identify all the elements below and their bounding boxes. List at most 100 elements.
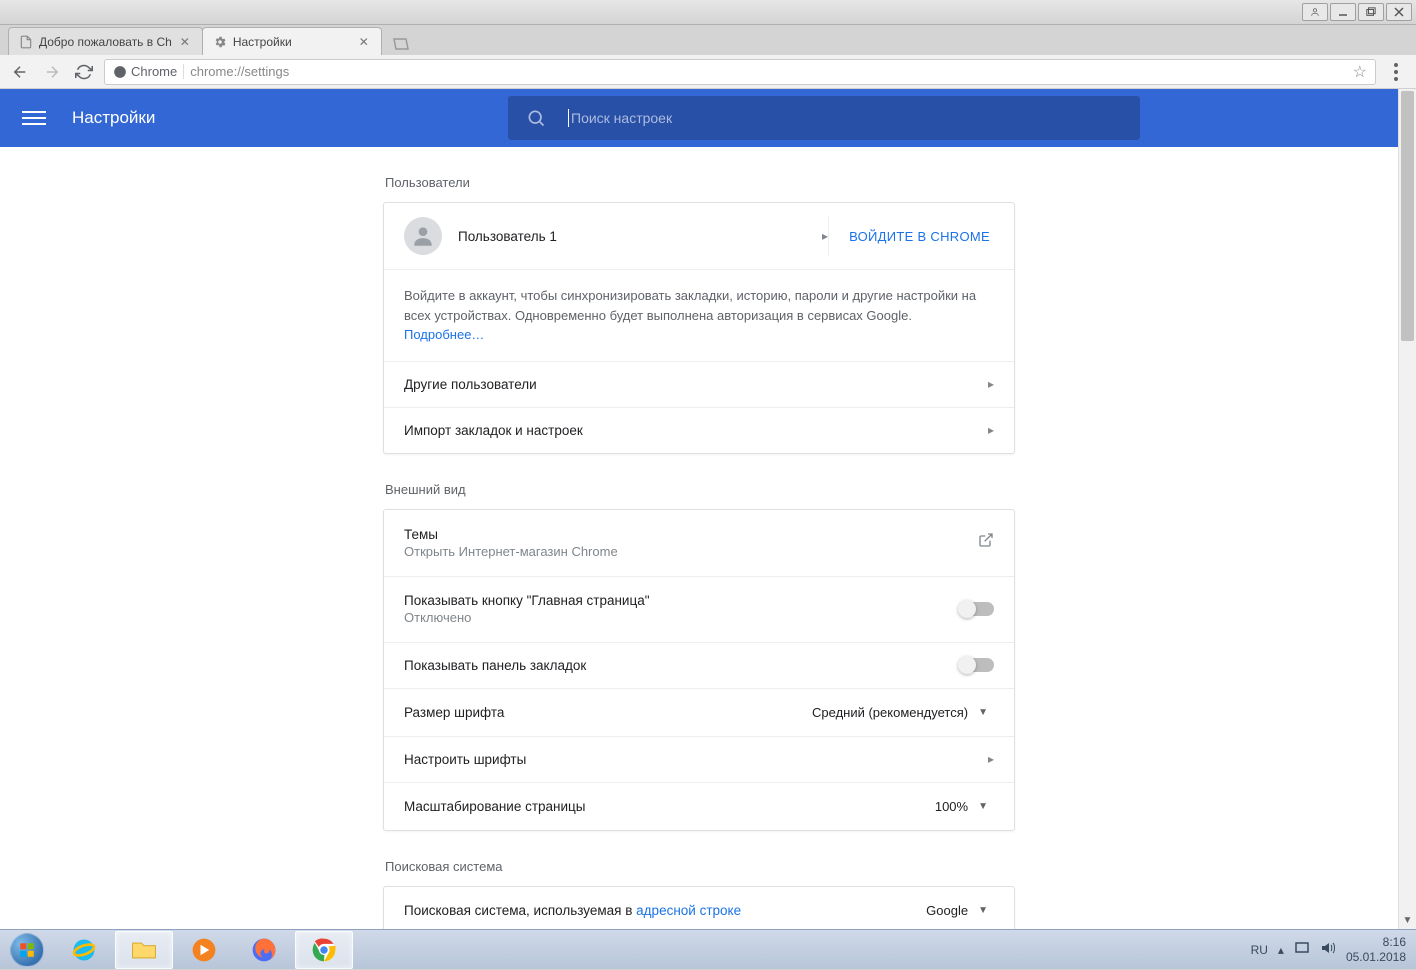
avatar-icon [404,217,442,255]
gear-icon [213,35,227,49]
security-label: Chrome [131,64,177,79]
tab-title: Добро пожаловать в Ch [39,35,172,49]
search-placeholder: Поиск настроек [571,110,672,126]
taskbar-chrome[interactable] [295,931,353,969]
window-titlebar [0,0,1416,25]
row-label: Другие пользователи [404,377,988,392]
font-size-dropdown[interactable]: Средний (рекомендуется) ▼ [806,701,994,724]
browser-tab-welcome[interactable]: Добро пожаловать в Ch ✕ [8,27,203,55]
row-label: Импорт закладок и настроек [404,423,988,438]
page-icon [19,35,33,49]
search-engine-row: Поисковая система, используемая в адресн… [384,887,1014,930]
chevron-right-icon: ▸ [988,377,994,391]
section-appearance: Внешний вид Темы Открыть Интернет-магази… [383,482,1015,859]
vertical-scrollbar[interactable]: ▲ ▼ [1398,89,1416,929]
ie-icon [70,936,98,964]
home-button-toggle[interactable] [960,602,994,616]
chevron-down-icon: ▼ [978,905,988,916]
chevron-down-icon: ▼ [978,707,988,718]
taskbar-ie[interactable] [55,931,113,969]
profile-name: Пользователь 1 [458,229,822,244]
browser-menu-button[interactable] [1384,60,1408,84]
language-indicator[interactable]: RU [1251,943,1268,957]
text-cursor [568,109,569,127]
taskbar-clock[interactable]: 8:16 05.01.2018 [1346,935,1406,964]
forward-button[interactable] [40,60,64,84]
taskbar-explorer[interactable] [115,931,173,969]
address-bar: Chrome chrome://settings ☆ [0,55,1416,89]
folder-icon [130,936,158,964]
taskbar-firefox[interactable] [235,931,293,969]
signin-button[interactable]: ВОЙДИТЕ В CHROME [828,216,994,256]
profile-row[interactable]: Пользователь 1 ▸ ВОЙДИТЕ В CHROME [384,203,1014,269]
windows-taskbar: RU ▴ 8:16 05.01.2018 [0,929,1416,969]
scroll-down-arrow[interactable]: ▼ [1399,911,1416,929]
appearance-card: Темы Открыть Интернет-магазин Chrome Пок… [383,509,1015,831]
themes-row[interactable]: Темы Открыть Интернет-магазин Chrome [384,510,1014,576]
clock-date: 05.01.2018 [1346,950,1406,964]
chevron-right-icon: ▸ [988,752,994,766]
user-window-button[interactable] [1302,3,1328,21]
clock-time: 8:16 [1346,935,1406,949]
dropdown-value: 100% [935,799,968,814]
close-window-button[interactable] [1386,3,1412,21]
search-icon [526,108,546,128]
signin-info: Войдите в аккаунт, чтобы синхронизироват… [384,269,1014,361]
import-row[interactable]: Импорт закладок и настроек ▸ [384,407,1014,453]
info-text: Войдите в аккаунт, чтобы синхронизироват… [404,288,976,323]
section-search-engine: Поисковая система Поисковая система, исп… [383,859,1015,930]
minimize-window-button[interactable] [1330,3,1356,21]
start-button[interactable] [0,930,54,970]
home-button-row: Показывать кнопку "Главная страница" Отк… [384,576,1014,642]
font-size-row: Размер шрифта Средний (рекомендуется) ▼ [384,688,1014,736]
back-button[interactable] [8,60,32,84]
row-label: Показывать панель закладок [404,658,960,673]
system-tray: RU ▴ 8:16 05.01.2018 [1241,935,1416,964]
page-zoom-row: Масштабирование страницы 100% ▼ [384,782,1014,830]
row-sublabel: Открыть Интернет-магазин Chrome [404,544,978,559]
windows-logo-icon [10,933,44,967]
tray-action-center-icon[interactable] [1294,940,1310,959]
taskbar-media-player[interactable] [175,931,233,969]
settings-body: Пользователи Пользователь 1 ▸ ВОЙДИТЕ В … [0,147,1398,929]
row-sublabel: Отключено [404,610,960,625]
hamburger-menu-icon[interactable] [22,106,46,130]
omnibox[interactable]: Chrome chrome://settings ☆ [104,59,1376,85]
url-text: chrome://settings [190,64,1346,79]
customize-fonts-row[interactable]: Настроить шрифты ▸ [384,736,1014,782]
search-engine-dropdown[interactable]: Google ▼ [814,899,994,922]
browser-tab-settings[interactable]: Настройки ✕ [202,27,382,55]
scroll-thumb[interactable] [1401,91,1414,341]
reload-button[interactable] [72,60,96,84]
users-card: Пользователь 1 ▸ ВОЙДИТЕ В CHROME Войдит… [383,202,1015,454]
firefox-icon [250,936,278,964]
maximize-window-button[interactable] [1358,3,1384,21]
chevron-down-icon: ▼ [978,801,988,812]
chevron-right-icon: ▸ [988,423,994,437]
tray-show-hidden-icon[interactable]: ▴ [1278,943,1284,957]
row-label: Поисковая система, используемая в адресн… [404,903,814,918]
tray-volume-icon[interactable] [1320,940,1336,959]
bookmarks-bar-toggle[interactable] [960,658,994,672]
external-link-icon [978,532,994,553]
content-area: Настройки Поиск настроек Пользователи По… [0,89,1416,929]
section-label: Поисковая система [383,859,1015,874]
wmp-icon [190,936,218,964]
new-tab-button[interactable] [387,33,415,55]
search-card: Поисковая система, используемая в адресн… [383,886,1015,930]
page-title: Настройки [72,108,155,128]
address-bar-link[interactable]: адресной строке [636,903,741,918]
tab-close-icon[interactable]: ✕ [178,35,192,49]
page-zoom-dropdown[interactable]: 100% ▼ [814,795,994,818]
section-users: Пользователи Пользователь 1 ▸ ВОЙДИТЕ В … [383,175,1015,482]
security-chip: Chrome [113,64,184,79]
other-users-row[interactable]: Другие пользователи ▸ [384,361,1014,407]
tab-close-icon[interactable]: ✕ [357,35,371,49]
settings-search-input[interactable]: Поиск настроек [508,96,1140,140]
tab-title: Настройки [233,35,351,49]
bookmark-star-icon[interactable]: ☆ [1353,62,1367,82]
row-label: Размер шрифта [404,705,806,720]
row-label: Масштабирование страницы [404,799,814,814]
learn-more-link[interactable]: Подробнее… [404,327,484,342]
tab-strip: Добро пожаловать в Ch ✕ Настройки ✕ [0,25,1416,55]
